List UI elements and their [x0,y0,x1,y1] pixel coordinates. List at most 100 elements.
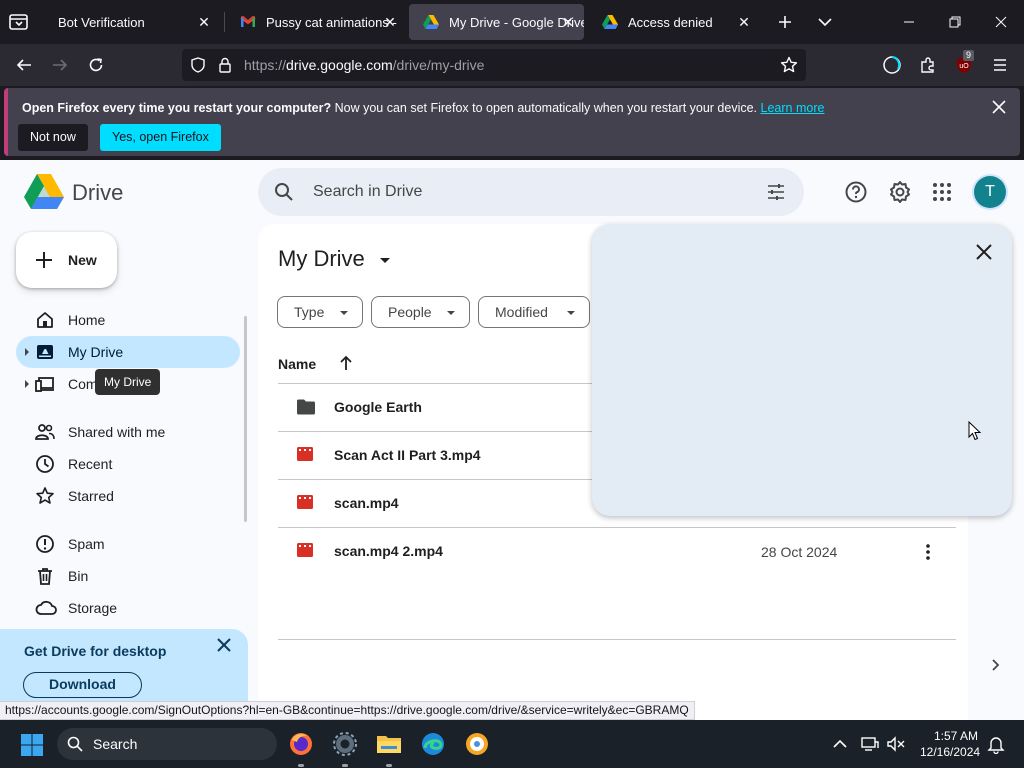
search-bar[interactable]: Search in Drive [258,168,804,216]
tab-close-icon[interactable]: ✕ [560,14,576,30]
close-panel-icon[interactable] [974,242,994,262]
tab-my-drive[interactable]: My Drive - Google Drive ✕ [409,4,584,40]
settings-gear-icon[interactable] [888,180,912,204]
sidebar-item-label: Com [68,376,98,392]
bookmark-star-icon[interactable] [780,56,798,79]
svg-text:uO: uO [959,63,969,70]
chip-label: Type [294,304,325,320]
tab-access-denied[interactable]: Access denied ✕ [588,4,760,40]
close-notification-icon[interactable] [990,98,1008,116]
list-all-tabs-button[interactable] [802,0,848,44]
chevron-right-icon[interactable] [988,658,1002,677]
sidebar-item-my-drive[interactable]: My Drive [16,336,240,368]
sync-account-icon[interactable] [878,52,906,78]
file-name: scan.mp4 [334,495,399,511]
reload-button[interactable] [82,52,110,78]
network-icon[interactable] [860,734,880,754]
forward-button[interactable] [46,52,74,78]
minimize-button[interactable] [886,0,932,44]
firefox-taskbar-icon[interactable] [285,728,317,760]
google-drive-logo[interactable] [24,174,64,210]
ublock-extension-icon[interactable]: uO 9 [950,50,978,78]
windows-taskbar: Search 1:57 AM 12/16/2024 [0,720,1024,768]
url-text[interactable]: https://drive.google.com/drive/my-drive [244,57,484,73]
expand-caret-icon[interactable] [25,380,29,388]
sidebar-item-spam[interactable]: Spam [16,528,240,560]
video-file-icon [296,446,316,466]
tab-bot-verification[interactable]: Bot Verification ✕ [44,4,220,40]
new-button[interactable]: New [16,232,117,288]
volume-muted-icon[interactable] [886,734,906,754]
tab-close-icon[interactable]: ✕ [736,14,752,30]
gmail-icon [240,14,256,30]
folder-icon [296,398,316,418]
tab-close-icon[interactable]: ✕ [196,14,212,30]
notification-bell-icon[interactable] [986,734,1006,755]
tracking-protection-icon[interactable] [190,57,206,78]
google-drive-icon [423,14,439,30]
firefox-autostart-notification: Open Firefox every time you restart your… [4,88,1020,156]
chevron-up-icon[interactable] [830,734,850,754]
windows-start-icon[interactable] [20,733,44,757]
chip-label: People [388,304,432,320]
settings-taskbar-icon[interactable] [329,728,361,760]
page-title[interactable]: My Drive [278,246,365,272]
filter-people-chip[interactable]: People [371,296,470,328]
more-actions-icon[interactable] [918,542,938,562]
clock-date[interactable]: 12/16/2024 [920,745,980,759]
yes-open-firefox-button[interactable]: Yes, open Firefox [100,124,221,151]
search-icon[interactable] [274,182,294,207]
tooltip: My Drive [95,369,161,395]
sidebar-item-storage[interactable]: Storage [16,592,240,624]
menu-hamburger-icon[interactable] [986,52,1014,78]
sort-arrow-up-icon[interactable] [338,354,354,377]
mouse-cursor-icon [968,420,982,446]
expand-caret-icon[interactable] [25,348,29,356]
sidebar-item-starred[interactable]: Starred [16,480,240,512]
account-avatar[interactable]: T [974,176,1006,208]
sidebar-scrollbar[interactable] [244,316,247,522]
file-row[interactable]: scan.mp4 2.mp4 28 Oct 2024 [278,527,956,575]
extensions-icon[interactable] [914,52,942,78]
not-now-button[interactable]: Not now [18,124,88,151]
search-input[interactable]: Search in Drive [313,183,422,201]
column-header-name[interactable]: Name [278,356,316,372]
restore-button[interactable] [932,0,978,44]
tab-close-icon[interactable]: ✕ [382,14,398,30]
taskbar-search[interactable]: Search [57,728,277,760]
drive-app-name: Drive [72,180,124,205]
file-explorer-taskbar-icon[interactable] [373,728,405,760]
edge-taskbar-icon[interactable] [417,728,449,760]
running-indicator [342,764,348,767]
download-button[interactable]: Download [23,672,142,698]
sidebar-item-home[interactable]: Home [16,304,240,336]
clock-time[interactable]: 1:57 AM [934,729,978,743]
tab-list-icon[interactable] [8,12,30,32]
address-bar[interactable]: https://drive.google.com/drive/my-drive [182,49,806,81]
back-button[interactable] [10,52,38,78]
computers-icon [35,374,55,394]
lock-icon[interactable] [218,57,232,78]
sidebar-item-recent[interactable]: Recent [16,448,240,480]
tab-gmail[interactable]: Pussy cat animations - ✕ [226,4,406,40]
title-dropdown-icon[interactable] [380,258,390,263]
shared-icon [35,422,55,442]
filter-type-chip[interactable]: Type [277,296,363,328]
learn-more-link[interactable]: Learn more [761,101,825,115]
google-apps-icon[interactable] [930,180,954,204]
new-button-label: New [68,252,97,268]
sidebar-item-label: Bin [68,568,89,584]
app-taskbar-icon[interactable] [461,728,493,760]
close-window-button[interactable] [978,0,1024,44]
sidebar-item-shared[interactable]: Shared with me [16,416,240,448]
my-drive-icon [35,342,55,362]
help-icon[interactable] [844,180,868,204]
link-status-bar: https://accounts.google.com/SignOutOptio… [0,701,695,720]
search-icon [67,736,83,757]
search-options-icon[interactable] [766,182,786,207]
filter-modified-chip[interactable]: Modified [478,296,590,328]
extension-badge: 9 [963,50,975,61]
close-promo-icon[interactable] [216,637,232,653]
url-path: /drive/my-drive [392,57,485,73]
sidebar-item-bin[interactable]: Bin [16,560,240,592]
